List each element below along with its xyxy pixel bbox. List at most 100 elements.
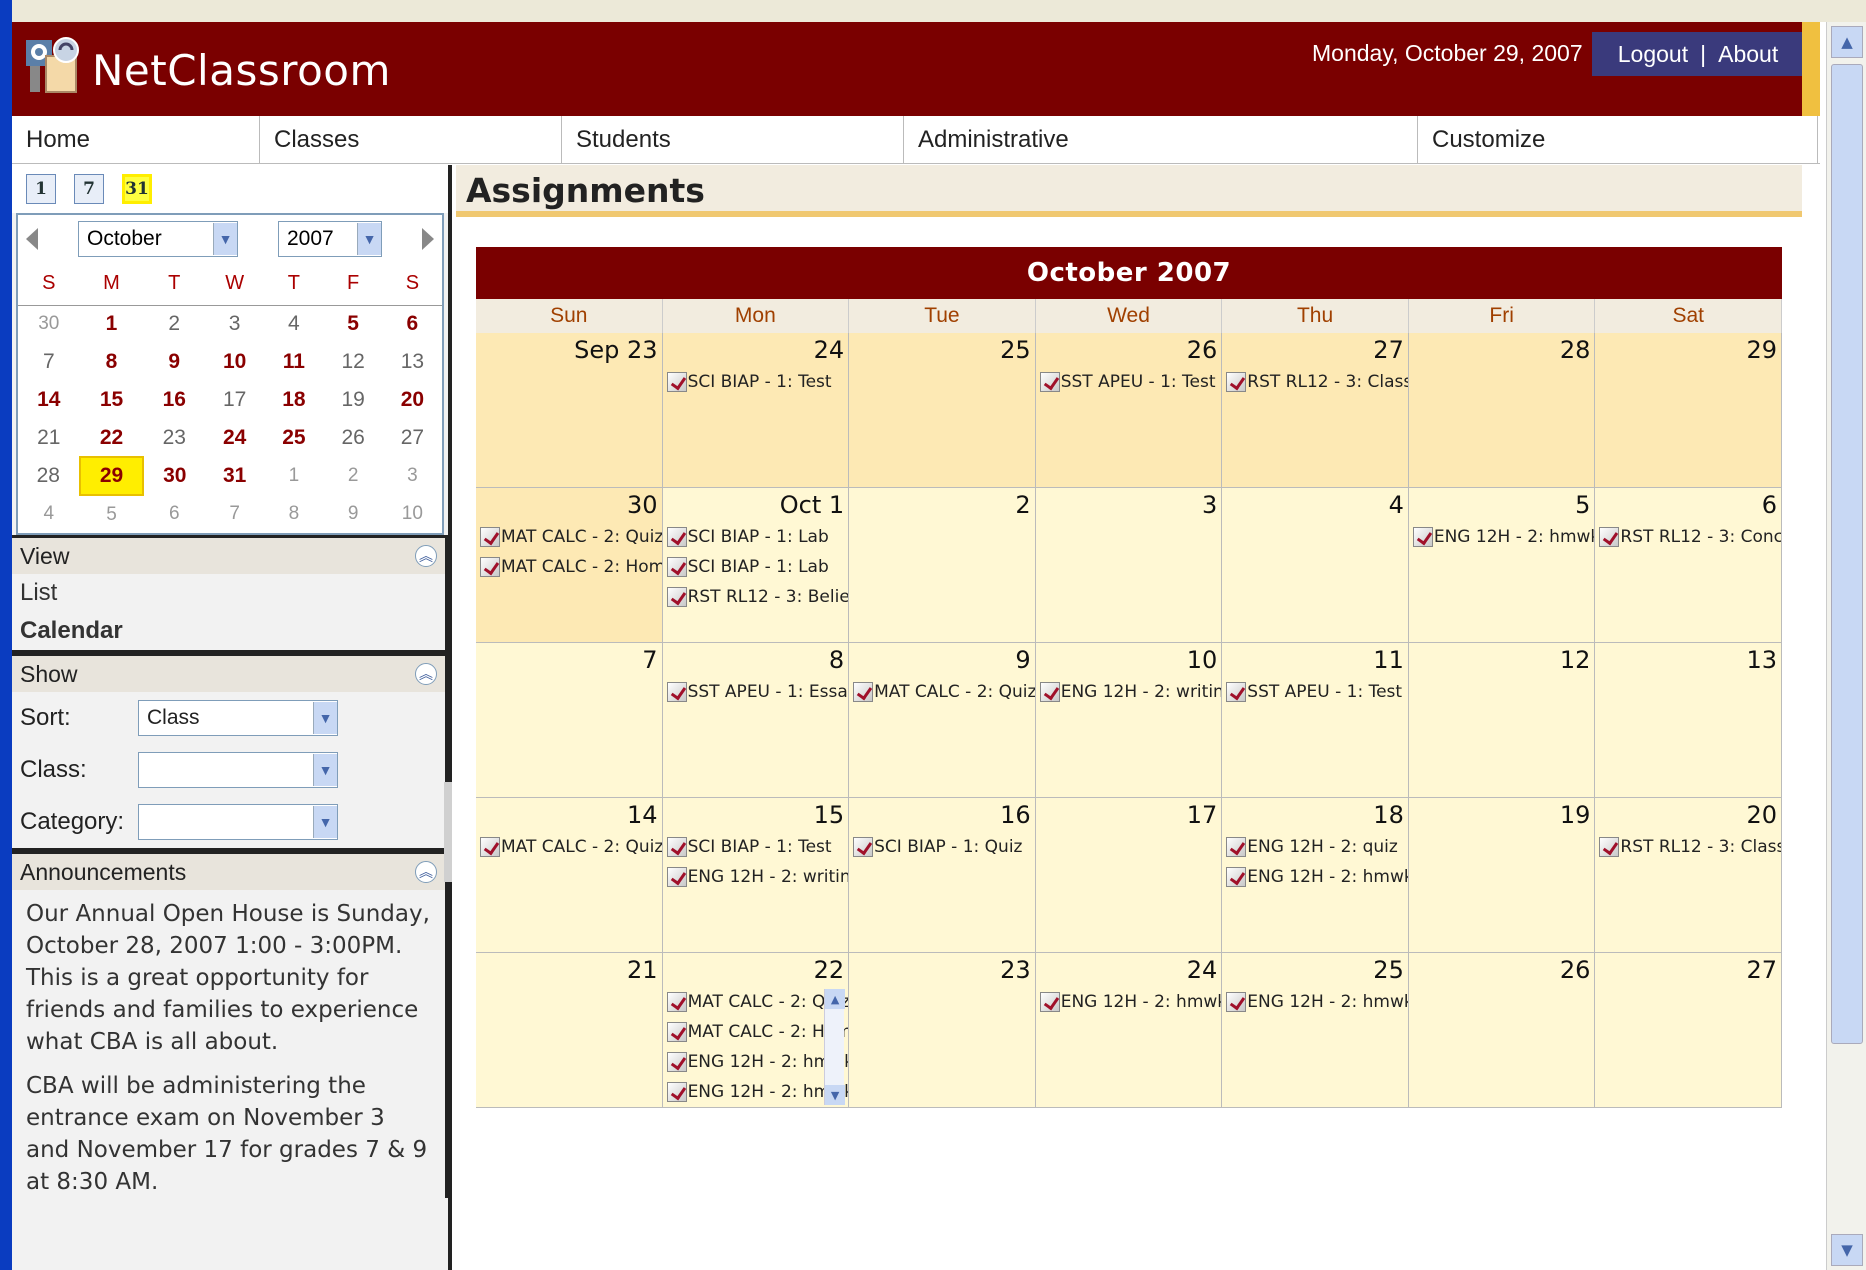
calendar-day-cell[interactable]: 27 RST RL12 - 3: Class Project [1222,333,1409,488]
mini-calendar-day[interactable]: 17 [205,381,264,419]
calendar-day-cell[interactable]: 24 SCI BIAP - 1: Test [662,333,850,488]
month-select[interactable]: October ▼ [78,221,238,257]
mini-calendar-day[interactable]: 15 [80,381,144,419]
assignment-item[interactable]: MAT CALC - 2: Homework [663,1017,848,1047]
calendar-day-cell[interactable]: 26 SST APEU - 1: Test [1035,333,1223,488]
sort-select[interactable]: Class ▼ [138,700,338,736]
assignment-item[interactable]: SCI BIAP - 1: Test [663,832,849,862]
mini-calendar-day[interactable]: 20 [383,381,442,419]
class-select[interactable]: ▼ [138,752,338,788]
mini-calendar-day[interactable]: 7 [205,495,264,533]
mini-calendar-day[interactable]: 30 [18,305,80,343]
mini-calendar-day[interactable]: 12 [324,343,383,381]
mini-calendar-day[interactable]: 6 [383,305,442,343]
mini-calendar-day[interactable]: 1 [264,457,323,495]
mini-calendar-day[interactable]: 3 [205,305,264,343]
assignment-item[interactable]: ENG 12H - 2: hmwk [1222,987,1408,1017]
assignment-item[interactable]: ENG 12H - 2: hmwk [1036,987,1221,1017]
nav-customize[interactable]: Customize [1418,116,1818,164]
mini-calendar-day[interactable]: 7 [18,343,80,381]
mini-calendar-today[interactable]: 29 [78,456,145,496]
scroll-up-arrow-icon[interactable]: ▲ [825,989,846,1009]
calendar-day-cell[interactable]: 3 [1035,488,1223,643]
mini-calendar-day[interactable]: 23 [143,419,205,457]
calendar-day-cell[interactable]: 19 [1408,798,1596,953]
calendar-day-cell[interactable]: 25 [849,333,1036,488]
mini-calendar-day[interactable]: 19 [324,381,383,419]
nav-administrative[interactable]: Administrative [904,116,1418,164]
assignment-item[interactable]: MAT CALC - 2: Quiz [476,522,662,552]
mini-calendar-day[interactable]: 31 [205,457,264,495]
calendar-day-cell[interactable]: 2 [849,488,1036,643]
calendar-day-cell[interactable]: 14 MAT CALC - 2: Quiz [476,798,663,953]
assignment-item[interactable]: SCI BIAP - 1: Lab [663,552,849,582]
assignment-item[interactable]: RST RL12 - 3: Beliefs [663,582,848,612]
mini-calendar-day[interactable]: 3 [383,457,442,495]
assignment-item[interactable]: SCI BIAP - 1: Quiz [849,832,1035,862]
day-view-button[interactable]: 1 [26,174,56,204]
scroll-up-arrow-icon[interactable]: ▲ [1831,26,1863,58]
assignment-item[interactable]: ENG 12H - 2: hmwk [1409,522,1594,552]
collapse-up-icon[interactable]: ︽ [415,545,437,567]
about-link[interactable]: About [1718,41,1778,68]
scroll-down-arrow-icon[interactable]: ▼ [1831,1234,1863,1266]
calendar-day-cell[interactable]: 4 [1222,488,1409,643]
collapse-up-icon[interactable]: ︽ [415,861,437,883]
calendar-day-cell[interactable]: 6 RST RL12 - 3: Concepts [1595,488,1782,643]
calendar-day-cell[interactable]: 29 [1595,333,1782,488]
mini-calendar-day[interactable]: 22 [80,419,144,457]
assignment-item[interactable]: SST APEU - 1: Test [1036,367,1222,397]
mini-calendar-day[interactable]: 26 [324,419,383,457]
mini-calendar-day[interactable]: 2 [324,457,383,495]
mini-calendar-day[interactable]: 13 [383,343,442,381]
mini-calendar-day[interactable]: 11 [264,343,323,381]
scrollbar-thumb[interactable] [1831,64,1863,1044]
mini-calendar-day[interactable]: 28 [18,457,80,495]
assignment-item[interactable]: ENG 12H - 2: quiz [1222,832,1408,862]
mini-calendar-day[interactable]: 10 [383,495,442,533]
assignment-item[interactable]: SST APEU - 1: Essay [663,677,848,707]
mini-calendar-day[interactable]: 21 [18,419,80,457]
mini-calendar-day[interactable]: 25 [264,419,323,457]
assignment-item[interactable]: ENG 12H - 2: writing [1036,677,1221,707]
nav-students[interactable]: Students [562,116,904,164]
assignment-item[interactable]: RST RL12 - 3: Concepts [1595,522,1781,552]
calendar-day-cell[interactable]: 9 MAT CALC - 2: Quiz [849,643,1036,798]
sidebar-splitter-handle[interactable] [444,782,452,882]
scroll-down-arrow-icon[interactable]: ▼ [825,1085,846,1105]
calendar-day-cell[interactable]: 18 ENG 12H - 2: quiz ENG 12H - 2: hmwk [1222,798,1409,953]
collapse-up-icon[interactable]: ︽ [415,663,437,685]
assignment-item[interactable]: SST APEU - 1: Test [1222,677,1408,707]
mini-calendar-day[interactable]: 4 [264,305,323,343]
mini-calendar-day[interactable]: 14 [18,381,80,419]
assignment-item[interactable]: MAT CALC - 2: Quiz [663,987,848,1017]
calendar-day-cell[interactable]: Sep 23 [476,333,663,488]
calendar-day-cell[interactable]: 24 ENG 12H - 2: hmwk [1035,953,1223,1108]
calendar-day-cell[interactable]: 23 [849,953,1036,1108]
nav-home[interactable]: Home [12,116,260,164]
assignment-item[interactable]: MAT CALC - 2: Homework [476,552,662,582]
window-scrollbar[interactable]: ▲ ▼ [1826,22,1866,1270]
assignment-item[interactable]: SCI BIAP - 1: Test [663,367,849,397]
assignment-item[interactable]: RST RL12 - 3: Class [1595,832,1781,862]
mini-calendar-day[interactable]: 5 [80,495,144,533]
assignment-item[interactable]: ENG 12H - 2: hmwk [1222,862,1408,892]
calendar-day-cell[interactable]: 26 [1408,953,1596,1108]
assignment-item[interactable]: ENG 12H - 2: writing [663,862,848,892]
assignment-item[interactable]: RST RL12 - 3: Class Project [1222,367,1408,397]
calendar-day-cell[interactable]: 8 SST APEU - 1: Essay [662,643,850,798]
calendar-day-cell[interactable]: 11 SST APEU - 1: Test [1222,643,1409,798]
calendar-day-cell[interactable]: 17 [1035,798,1223,953]
assignment-item[interactable]: ENG 12H - 2: hmwk [663,1077,848,1107]
mini-calendar-day[interactable]: 8 [264,495,323,533]
mini-calendar-day[interactable]: 9 [143,343,205,381]
mini-calendar-day[interactable]: 8 [80,343,144,381]
mini-calendar-day[interactable]: 30 [143,457,205,495]
calendar-day-cell[interactable]: 25 ENG 12H - 2: hmwk [1222,953,1409,1108]
mini-calendar-day[interactable]: 6 [143,495,205,533]
view-list-option[interactable]: List [12,574,445,612]
calendar-day-cell[interactable]: 22 MAT CALC - 2: QuizMAT CALC - 2: Homewo… [662,953,850,1108]
calendar-day-cell[interactable]: 7 [476,643,663,798]
calendar-day-cell[interactable]: 5 ENG 12H - 2: hmwk [1408,488,1596,643]
mini-calendar-day[interactable]: 10 [205,343,264,381]
